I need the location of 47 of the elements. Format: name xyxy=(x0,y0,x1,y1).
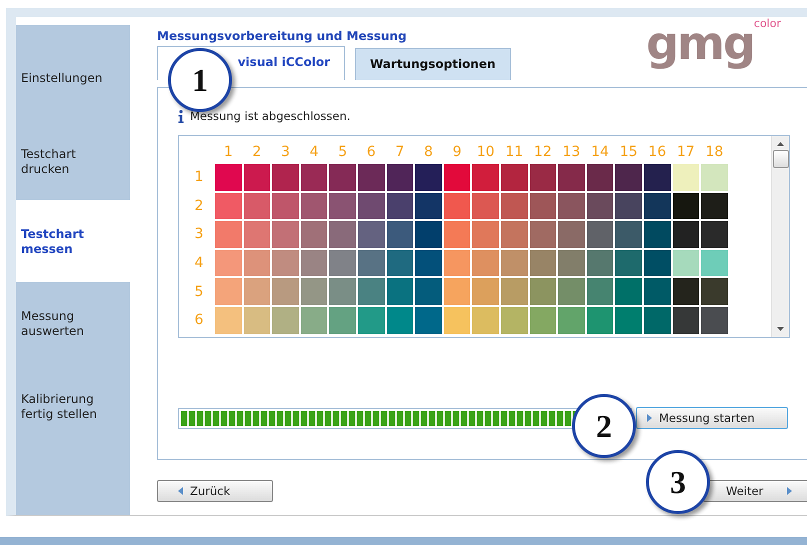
status-message: Messung ist abgeschlossen. xyxy=(190,109,350,123)
column-number: 10 xyxy=(476,143,496,162)
row-number: 6 xyxy=(194,311,204,330)
tab[interactable]: Wartungsoptionen xyxy=(355,48,511,80)
column-number: 11 xyxy=(504,143,524,162)
right-arrow-icon xyxy=(787,487,792,495)
next-button[interactable]: Weiter xyxy=(703,480,807,502)
logo: gmg xyxy=(646,15,754,71)
column-number: 8 xyxy=(422,143,434,162)
start-measurement-button[interactable]: Messung starten xyxy=(636,407,788,429)
column-number: 3 xyxy=(280,143,291,162)
column-number: 17 xyxy=(676,143,696,162)
column-number: 13 xyxy=(562,143,582,162)
column-number: 1 xyxy=(222,143,234,162)
sidebar-item[interactable]: Testchart drucken xyxy=(16,120,130,200)
info-icon xyxy=(178,110,184,122)
step-callout: 1 xyxy=(168,48,232,112)
page-title: Messungsvorbereitung und Messung xyxy=(157,29,408,43)
column-number: 7 xyxy=(394,143,406,162)
column-number: 14 xyxy=(590,143,610,162)
row-number: 2 xyxy=(194,196,204,216)
column-number: 4 xyxy=(308,143,320,162)
column-number: 9 xyxy=(452,143,462,162)
column-number: 5 xyxy=(337,143,348,162)
scrollbar-thumb[interactable] xyxy=(772,150,788,168)
back-button[interactable]: Zurück xyxy=(157,480,273,502)
row-number: 1 xyxy=(194,168,204,188)
sidebar-item[interactable]: Kalibrierung fertig stellen xyxy=(16,362,130,515)
column-number: 15 xyxy=(618,143,639,162)
column-number: 12 xyxy=(532,143,553,162)
column-number: 16 xyxy=(647,143,668,162)
scrollbar[interactable] xyxy=(771,136,789,337)
row-number: 4 xyxy=(194,254,204,274)
step-callout: 2 xyxy=(572,394,636,458)
row-number: 3 xyxy=(194,225,204,244)
scroll-down-icon[interactable] xyxy=(777,327,784,331)
sidebar-item[interactable]: Einstellungen xyxy=(16,25,130,120)
column-number: 18 xyxy=(704,143,724,162)
sidebar-item[interactable]: Messung auswerten xyxy=(16,282,130,362)
column-number: 6 xyxy=(366,143,377,162)
play-icon xyxy=(647,414,652,422)
logo-superscript: color xyxy=(754,17,781,30)
row-number: 5 xyxy=(194,282,204,302)
column-number: 2 xyxy=(251,143,262,162)
scroll-up-icon[interactable] xyxy=(777,142,784,146)
step-callout: 3 xyxy=(646,450,710,514)
left-arrow-icon xyxy=(178,487,183,495)
